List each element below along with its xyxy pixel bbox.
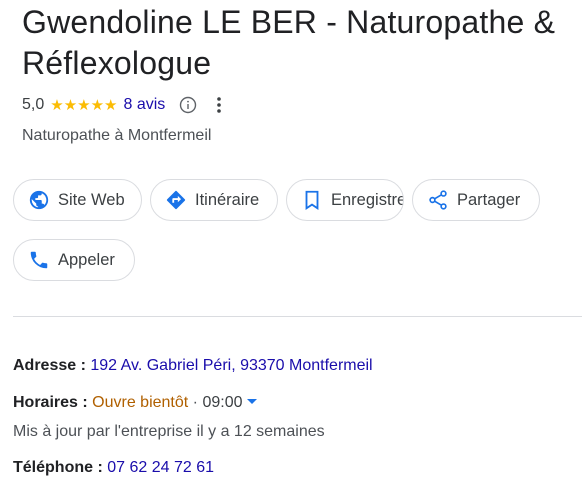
rating-value: 5,0 (22, 96, 45, 113)
save-button[interactable]: Enregistrer (286, 179, 404, 221)
phone-label: Téléphone : (13, 459, 103, 476)
bookmark-icon (301, 189, 323, 211)
call-button[interactable]: Appeler (13, 239, 135, 281)
address-row: Adresse : 192 Av. Gabriel Péri, 93370 Mo… (13, 357, 373, 375)
rating-stars: ★★★★★ (50, 97, 118, 114)
phone-row: Téléphone : 07 62 24 72 61 (13, 459, 214, 477)
directions-label: Itinéraire (195, 190, 260, 209)
hours-updated-row: Mis à jour par l'entreprise il y a 12 se… (13, 423, 325, 441)
hours-row: Horaires : Ouvre bientôt · 09:00 (13, 394, 257, 412)
hours-updated-text: Mis à jour par l'entreprise il y a 12 se… (13, 423, 325, 440)
reviews-link[interactable]: 8 avis (124, 96, 166, 114)
info-icon[interactable] (179, 96, 197, 114)
business-title: Gwendoline LE BER - Naturopathe & Réflex… (22, 4, 556, 81)
business-category: Naturopathe à Montfermeil (22, 127, 212, 144)
rating-row: 5,0 ★★★★★ 8 avis (22, 94, 225, 116)
hours-dropdown[interactable]: 09:00 (202, 394, 257, 411)
address-link[interactable]: 192 Av. Gabriel Péri, 93370 Montfermeil (90, 357, 372, 374)
phone-link[interactable]: 07 62 24 72 61 (107, 459, 214, 476)
call-label: Appeler (58, 250, 115, 269)
more-vert-icon[interactable] (213, 95, 225, 115)
hours-status: Ouvre bientôt (92, 394, 189, 411)
section-divider (13, 316, 582, 317)
share-button[interactable]: Partager (412, 179, 540, 221)
phone-icon (28, 249, 50, 271)
share-label: Partager (457, 190, 521, 209)
address-label: Adresse : (13, 357, 86, 374)
save-label: Enregistrer (331, 190, 404, 209)
hours-label: Horaires : (13, 394, 88, 411)
directions-button[interactable]: Itinéraire (150, 179, 278, 221)
share-icon (427, 189, 449, 211)
globe-icon (28, 189, 50, 211)
website-label: Site Web (58, 190, 125, 209)
caret-down-icon (246, 399, 257, 405)
directions-icon (165, 189, 187, 211)
hours-separator: · (192, 394, 198, 411)
hours-time: 09:00 (202, 394, 243, 411)
website-button[interactable]: Site Web (13, 179, 142, 221)
